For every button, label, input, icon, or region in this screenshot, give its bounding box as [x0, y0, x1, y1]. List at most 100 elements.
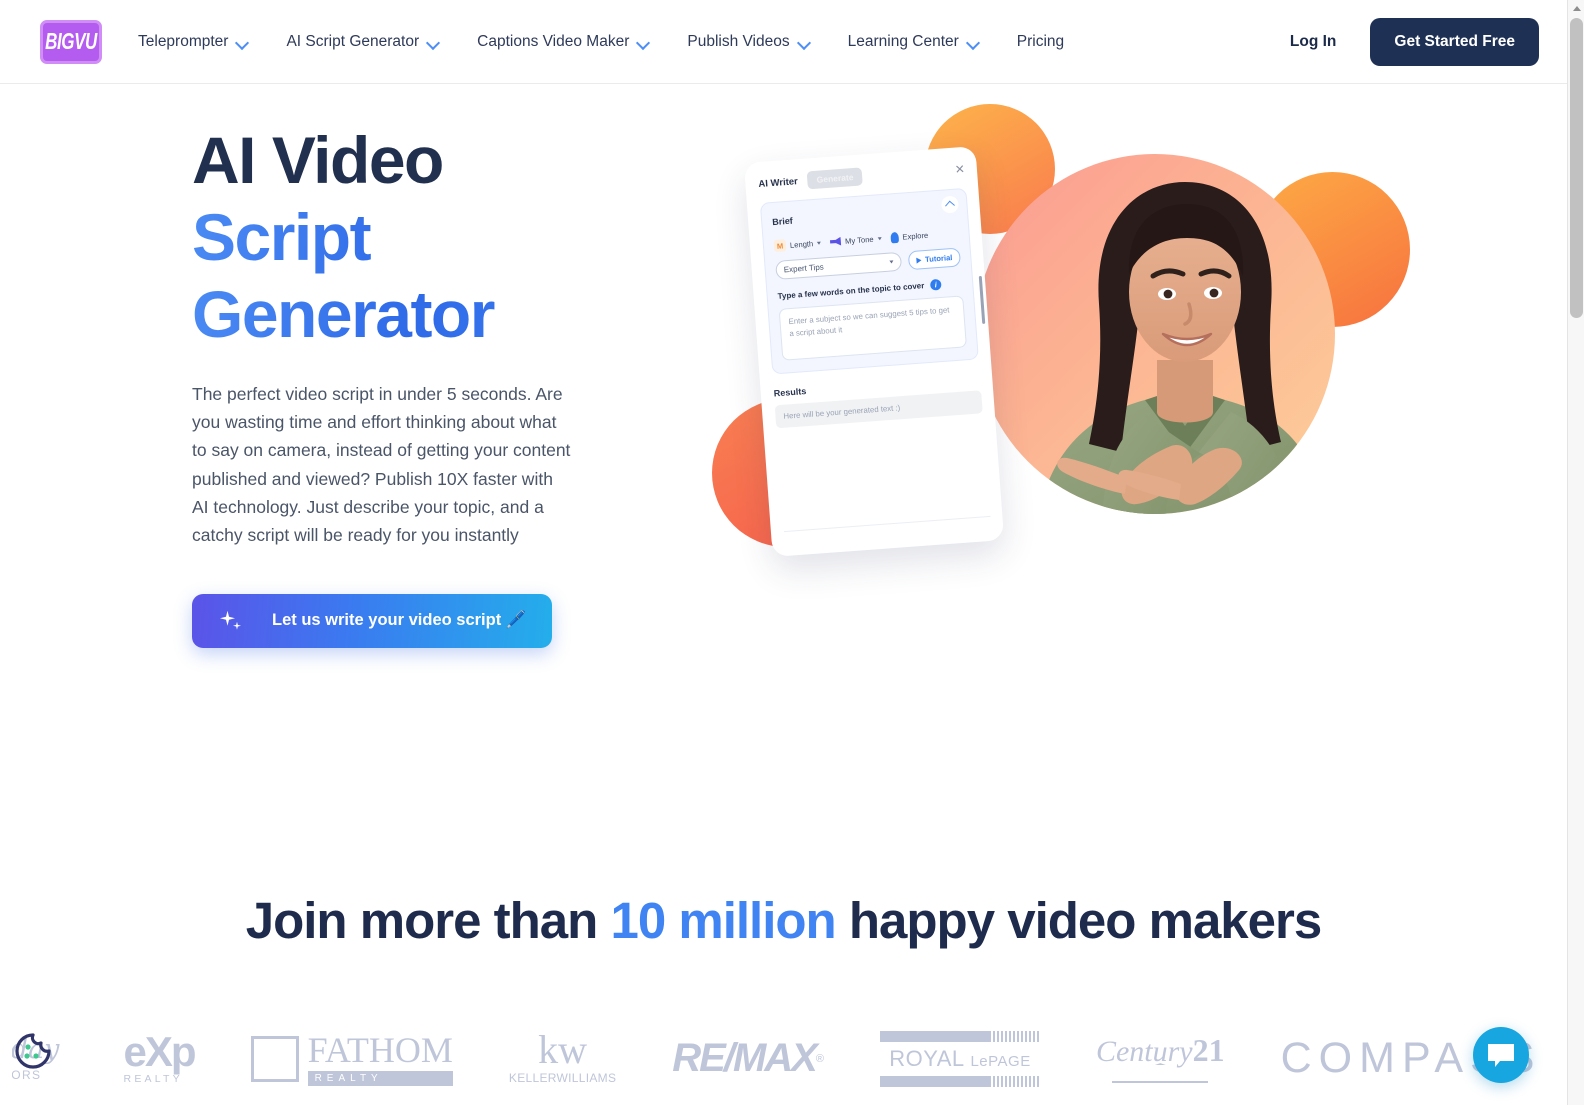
- logo-exp-main: eXp: [123, 1027, 197, 1075]
- megaphone-icon: [830, 237, 842, 247]
- brief-title: Brief: [771, 215, 794, 228]
- logo-fathom-realty: FATHOM REALTY: [250, 1029, 453, 1086]
- tone-option[interactable]: My Tone: [830, 234, 882, 247]
- hero-paragraph: The perfect video script in under 5 seco…: [192, 383, 571, 546]
- logo-c21-main: Century: [1095, 1035, 1193, 1069]
- login-link[interactable]: Log In: [1290, 33, 1351, 51]
- hero-title-line1: AI Video: [192, 123, 444, 197]
- logo-royal-name: ROYAL LePAGE: [889, 1046, 1031, 1072]
- nav-item-captions-video-maker[interactable]: Captions Video Maker: [477, 33, 649, 51]
- chevron-up-icon[interactable]: [940, 195, 960, 214]
- brief-panel: Brief M Length My Tone Explore Expert Ti…: [759, 187, 979, 375]
- lightbulb-icon: [890, 231, 899, 243]
- page-title: AI Video Script Generator: [192, 122, 592, 354]
- logo-remax: RE/MAX ®: [672, 1036, 824, 1081]
- chat-bubble-icon: [1488, 1044, 1514, 1067]
- logo-century-21: Century21: [1096, 1034, 1225, 1084]
- explore-option[interactable]: Explore: [890, 229, 928, 243]
- page-viewport: BIGVU Teleprompter AI Script Generator C…: [0, 0, 1567, 1105]
- app-card-topbar: AI Writer Generate ✕: [758, 160, 966, 193]
- chevron-down-icon: [237, 38, 248, 45]
- app-card-title: AI Writer: [758, 175, 799, 190]
- presenter-photo: [975, 154, 1335, 514]
- scroll-up-arrow-icon[interactable]: [1568, 0, 1584, 17]
- nav-label: Captions Video Maker: [477, 32, 630, 50]
- heading-part2: happy video makers: [835, 892, 1322, 949]
- tutorial-label: Tutorial: [924, 253, 953, 264]
- logo-royal-main: ROYAL: [889, 1045, 964, 1071]
- explore-label: Explore: [902, 230, 929, 242]
- nav-label: Publish Videos: [687, 32, 790, 50]
- presenter-illustration: [1035, 182, 1329, 514]
- royal-bar-bottom: [879, 1075, 1040, 1087]
- play-icon: [915, 256, 922, 264]
- c21-baseline: [1112, 1081, 1209, 1084]
- chevron-down-icon: [799, 38, 810, 45]
- ai-writer-app-card: AI Writer Generate ✕ Brief M Length My T…: [743, 146, 1005, 557]
- chat-widget-button[interactable]: [1473, 1027, 1529, 1083]
- chevron-down-icon: [428, 38, 439, 45]
- topic-textarea[interactable]: Enter a subject so we can suggest 5 tips…: [778, 295, 967, 361]
- sparkle-icon: [220, 610, 242, 631]
- tone-label: My Tone: [844, 234, 874, 246]
- write-video-script-button[interactable]: Let us write your video script 🖊️: [192, 593, 553, 648]
- close-icon[interactable]: ✕: [954, 162, 965, 177]
- nav-label: AI Script Generator: [286, 32, 420, 50]
- caret-down-icon: [817, 241, 822, 245]
- tutorial-button[interactable]: Tutorial: [907, 247, 962, 271]
- hero-title-line2: Script: [192, 199, 592, 276]
- nav-item-pricing[interactable]: Pricing: [1017, 33, 1064, 51]
- nav-label: Pricing: [1016, 32, 1065, 50]
- nav-item-learning-center[interactable]: Learning Center: [848, 33, 979, 51]
- logo-kw-sub: KELLERWILLIAMS: [508, 1071, 617, 1086]
- logo-text: BIGVU: [45, 28, 97, 54]
- logo-kw-main: kw: [538, 1027, 588, 1073]
- caret-down-icon: [889, 260, 894, 264]
- house-icon: [250, 1035, 299, 1082]
- heading-part1: Join more than: [245, 892, 611, 949]
- hero-title-line3: Generator: [192, 276, 592, 353]
- brief-controls-row: Expert Tips Tutorial: [775, 247, 962, 280]
- header-actions: Log In Get Started Free: [1290, 17, 1539, 66]
- brief-options: M Length My Tone Explore: [773, 227, 959, 253]
- bigvu-logo[interactable]: BIGVU: [40, 19, 102, 64]
- hero-illustration: AI Writer Generate ✕ Brief M Length My T…: [690, 94, 1410, 694]
- heading-highlight: 10 million: [610, 892, 836, 949]
- length-label: Length: [789, 238, 814, 250]
- topic-label-text: Type a few words on the topic to cover: [777, 281, 925, 301]
- logo-royal-sub: LePAGE: [970, 1052, 1031, 1070]
- get-started-free-button[interactable]: Get Started Free: [1370, 17, 1539, 66]
- cookie-settings-button[interactable]: [12, 1030, 54, 1072]
- hero-section: AI Video Script Generator The perfect vi…: [0, 84, 1567, 744]
- expert-tips-select[interactable]: Expert Tips: [775, 251, 902, 280]
- card-divider: [783, 515, 991, 533]
- logo-exp-realty: eXp REALTY: [123, 1027, 197, 1084]
- logo-fathom-sub: REALTY: [307, 1070, 453, 1086]
- info-icon[interactable]: i: [929, 278, 942, 291]
- length-option[interactable]: M Length: [773, 237, 822, 253]
- generate-button[interactable]: Generate: [807, 167, 864, 190]
- hero-button-label: Let us write your video script 🖊️: [272, 611, 527, 630]
- hero-copy: AI Video Script Generator The perfect vi…: [192, 122, 592, 648]
- nav-item-publish-videos[interactable]: Publish Videos: [687, 33, 809, 51]
- logo-remax-main: RE/MAX: [672, 1036, 818, 1081]
- social-proof-heading: Join more than 10 million happy video ma…: [0, 892, 1567, 950]
- scrollbar-thumb[interactable]: [1570, 18, 1583, 318]
- length-badge: M: [773, 239, 787, 253]
- logo-c21-text: Century21: [1096, 1034, 1225, 1067]
- logo-fathom-main: FATHOM: [307, 1029, 453, 1070]
- main-navigation: Teleprompter AI Script Generator Caption…: [138, 33, 1064, 51]
- nav-label: Learning Center: [847, 32, 959, 50]
- logo-keller-williams: kw KELLERWILLIAMS: [508, 1027, 617, 1086]
- logo-c21-sub: 21: [1192, 1032, 1225, 1069]
- chevron-down-icon: [968, 38, 979, 45]
- cookie-icon: [15, 1033, 51, 1069]
- nav-label: Teleprompter: [138, 32, 229, 50]
- logo-royal-lepage: ROYAL LePAGE: [879, 1030, 1040, 1087]
- page-shell: BIGVU Teleprompter AI Script Generator C…: [0, 0, 1584, 1105]
- nav-item-teleprompter[interactable]: Teleprompter: [138, 33, 248, 51]
- nav-item-ai-script-generator[interactable]: AI Script Generator: [286, 33, 439, 51]
- caret-down-icon: [877, 236, 882, 240]
- client-logo-row: liday LTORS eXp REALTY FATHOM REALTY: [0, 1022, 1567, 1096]
- page-scrollbar[interactable]: [1567, 0, 1584, 1105]
